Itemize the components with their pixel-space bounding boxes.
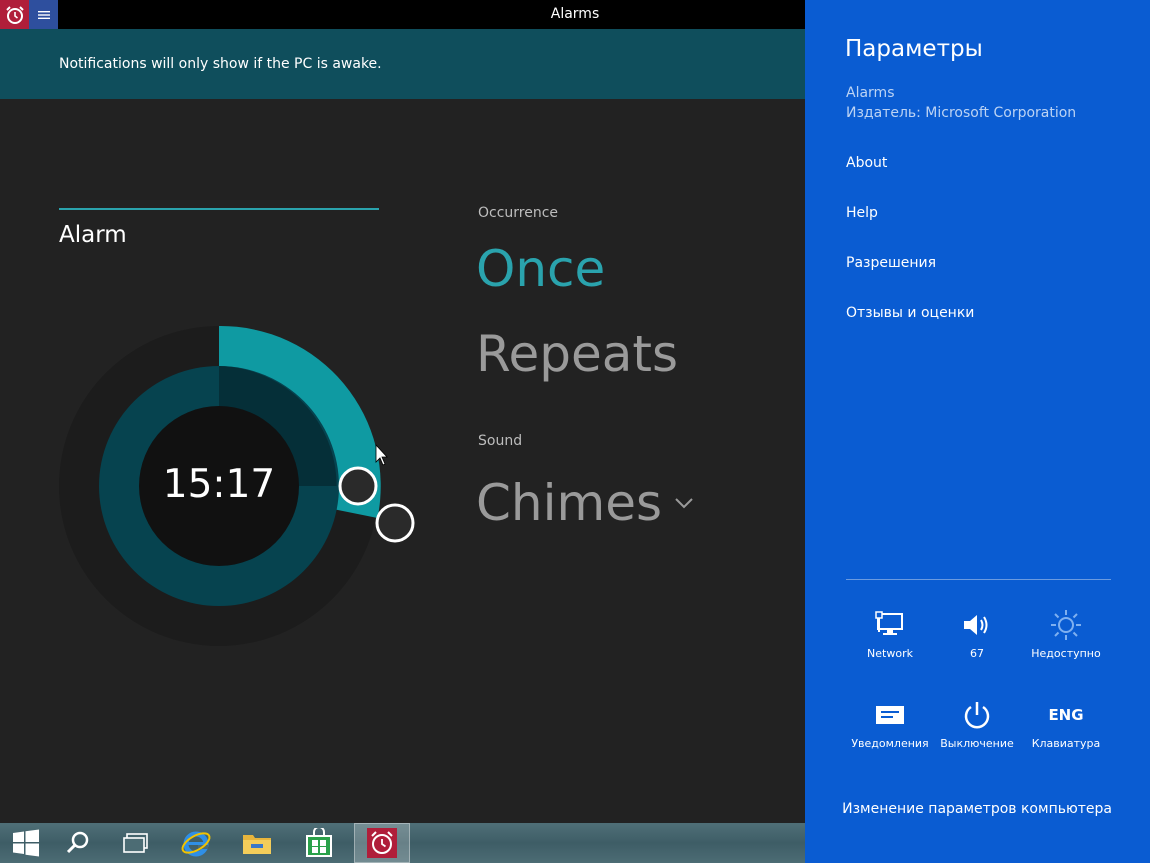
quick-setting-keyboard[interactable]: ENG Клавиатура [1016,695,1116,750]
power-label: Выключение [940,737,1014,750]
settings-title: Параметры [845,36,983,62]
notifications-icon [876,706,904,724]
brightness-label: Недоступно [1031,647,1101,660]
file-explorer-button[interactable] [231,823,283,863]
quick-setting-power[interactable]: Выключение [927,695,1027,750]
start-icon [13,829,39,857]
settings-link-about[interactable]: About [846,155,887,171]
network-icon [875,611,903,635]
sound-dropdown[interactable]: Chimes [476,474,694,532]
settings-link-rate-review[interactable]: Отзывы и оценки [846,305,974,321]
task-view-icon [123,833,148,853]
change-pc-settings-link[interactable]: Изменение параметров компьютера [842,801,1112,817]
volume-label: 67 [970,647,984,660]
quick-setting-volume[interactable]: 67 [927,605,1027,660]
occurrence-label: Occurrence [478,205,559,221]
start-button[interactable] [0,823,52,863]
store-button[interactable] [293,823,345,863]
keyboard-icon: ENG [1048,706,1084,724]
sound-value: Chimes [476,474,663,532]
occurrence-once-option[interactable]: Once [476,240,605,298]
search-icon [66,831,89,854]
settings-app-name: Alarms [846,85,895,101]
settings-pane: Параметры Alarms Издатель: Microsoft Cor… [805,0,1150,863]
store-icon [306,828,332,857]
notifications-label: Уведомления [851,737,929,750]
settings-link-permissions[interactable]: Разрешения [846,255,936,271]
task-view-button[interactable] [110,823,162,863]
time-dial[interactable] [0,0,805,823]
internet-explorer-icon [181,831,211,857]
hour-handle [338,466,378,506]
settings-publisher: Издатель: Microsoft Corporation [846,105,1077,121]
quick-setting-network[interactable]: Network [840,605,940,660]
quick-setting-notifications[interactable]: Уведомления [840,695,940,750]
search-button[interactable] [52,823,104,863]
settings-divider [846,579,1111,580]
volume-icon [964,615,988,635]
chevron-down-icon [675,498,693,509]
settings-link-help[interactable]: Help [846,205,878,221]
alarms-icon [367,828,397,858]
minute-handle [375,503,415,543]
alarm-time: 15:17 [162,462,276,507]
brightness-icon [1051,610,1081,640]
power-icon [964,702,990,729]
quick-setting-brightness[interactable]: Недоступно [1016,605,1116,660]
file-explorer-icon [243,835,271,854]
network-label: Network [867,647,913,660]
occurrence-repeats-option[interactable]: Repeats [476,325,678,383]
alarms-taskbar-button[interactable] [354,823,410,863]
sound-label: Sound [478,433,523,449]
taskbar [0,823,805,863]
keyboard-label: Клавиатура [1031,737,1101,750]
internet-explorer-button[interactable] [170,823,222,863]
